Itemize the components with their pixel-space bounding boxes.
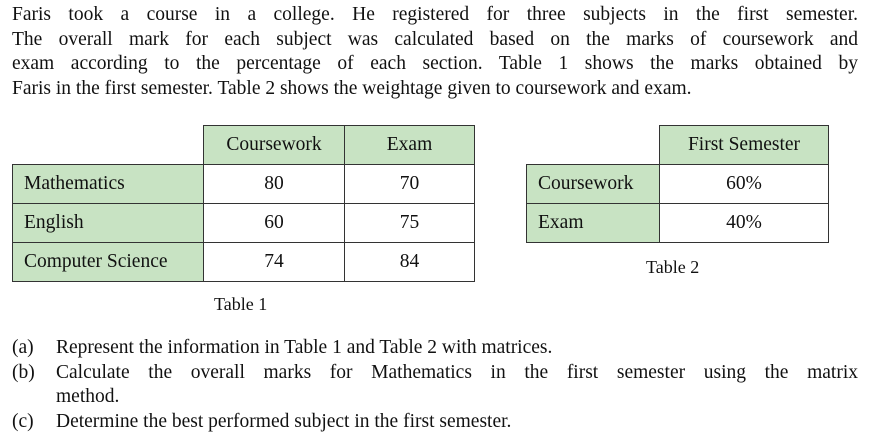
question-label: (c): [12, 410, 34, 432]
question-text: Determine the best performed subject in …: [56, 410, 512, 432]
question-text: Calculate the overall marks for Mathemat…: [56, 361, 858, 410]
weightage-table-header-row: First Semester: [527, 125, 829, 165]
statement-line: The overall mark for each subject was ca…: [12, 28, 858, 50]
table-row: Mathematics 80 70: [12, 164, 475, 204]
exam-mark: 84: [344, 242, 475, 282]
question-item: (c) Determine the best performed subject…: [12, 410, 858, 435]
weightage-value: 60%: [659, 164, 829, 204]
question-label: (b): [12, 361, 35, 383]
coursework-mark: 80: [203, 164, 345, 204]
component-label: Exam: [526, 203, 660, 243]
table-1-caption: Table 1: [214, 294, 268, 314]
exam-header: Exam: [344, 125, 475, 165]
question-item: (b) Calculate the overall marks for Math…: [12, 361, 858, 410]
statement-line: Faris in the first semester. Table 2 sho…: [12, 77, 692, 99]
coursework-mark: 74: [203, 242, 345, 282]
question-item: (a) Represent the information in Table 1…: [12, 336, 858, 361]
component-label: Coursework: [526, 164, 660, 204]
question-text-line: Calculate the overall marks for Mathemat…: [56, 361, 858, 383]
statement-line: exam according to the percentage of each…: [12, 53, 858, 74]
question-text: Represent the information in Table 1 and…: [56, 337, 553, 358]
question-list: (a) Represent the information in Table 1…: [12, 336, 858, 434]
coursework-header: Coursework: [203, 125, 345, 165]
statement-line: Faris took a course in a college. He reg…: [12, 4, 858, 25]
subject-label: Computer Science: [12, 242, 204, 282]
coursework-mark: 60: [203, 203, 345, 243]
problem-statement: Faris took a course in a college. He reg…: [12, 3, 858, 101]
table-row: Exam 40%: [526, 203, 829, 243]
table-row: Coursework 60%: [526, 164, 829, 204]
exam-mark: 75: [344, 203, 475, 243]
marks-table: Coursework Exam Mathematics 80 70 Englis…: [12, 125, 475, 282]
subject-label: Mathematics: [12, 164, 204, 204]
table-2-caption: Table 2: [646, 257, 700, 277]
subject-label: English: [12, 203, 204, 243]
table-row: Computer Science 74 84: [12, 242, 475, 282]
empty-corner-cell: [527, 126, 660, 165]
marks-table-header-row: Coursework Exam: [13, 125, 475, 165]
empty-corner-cell: [13, 126, 204, 165]
table-row: English 60 75: [12, 203, 475, 243]
first-semester-header: First Semester: [659, 125, 829, 165]
question-text-line: method.: [56, 386, 120, 407]
weightage-table: First Semester Coursework 60% Exam 40%: [526, 125, 829, 243]
question-label: (a): [12, 337, 34, 358]
weightage-value: 40%: [659, 203, 829, 243]
exam-mark: 70: [344, 164, 475, 204]
